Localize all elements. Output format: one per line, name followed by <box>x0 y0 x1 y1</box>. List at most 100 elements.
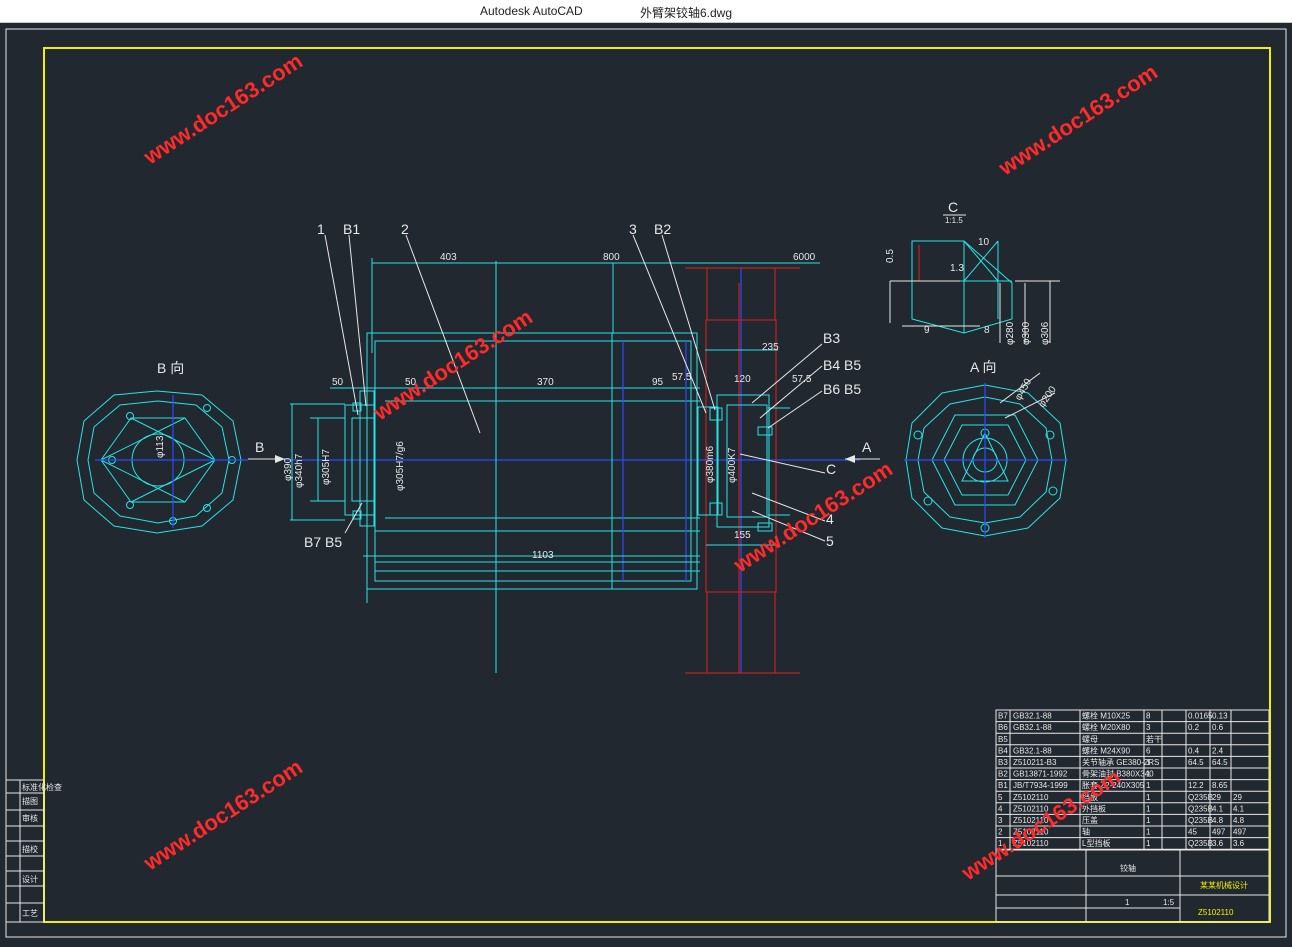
bom-cell: Q235B <box>1188 816 1213 825</box>
bom-cell: 4.1 <box>1212 804 1224 813</box>
dim-label: φ450 <box>1013 377 1034 403</box>
dim-label: φ305H7 <box>321 449 332 485</box>
bom-cell: 29 <box>1212 793 1221 802</box>
bom-cell: 1 <box>1146 770 1151 779</box>
strip-label: 审核 <box>22 813 38 823</box>
bom-cell: 3 <box>998 816 1003 825</box>
dim-label: 155 <box>734 530 751 541</box>
bom-cell: B4 <box>998 746 1008 755</box>
strip-label: 工艺 <box>22 909 38 918</box>
dim-label: 6000 <box>793 252 816 263</box>
strip-label: 标准化检查 <box>22 782 62 792</box>
balloon-label: B4 B5 <box>823 357 861 373</box>
bom-cell: B7 <box>998 712 1008 721</box>
bom-cell: 0.4 <box>1188 746 1200 755</box>
bom-cell: 1 <box>1146 793 1151 802</box>
dim-label: 95 <box>652 377 664 388</box>
view-c-scale: 1:1.5 <box>945 216 963 225</box>
view-c: C 1:1.5 0.5 9 8 10 1.3 φ280 φ300 φ306 <box>885 199 1060 345</box>
dim-label: 50 <box>332 377 344 388</box>
dim-label: φ400K7 <box>727 447 738 483</box>
bom-cell: 4 <box>998 804 1003 813</box>
bom-cell: 0.2 <box>1188 723 1200 732</box>
bom-cell: 5 <box>998 793 1003 802</box>
bom-cell: 螺母 <box>1082 734 1098 744</box>
view-b: B 向 φ113 <box>76 360 248 534</box>
bom-cell: 1 <box>1146 781 1151 790</box>
bom-cell: Q235B <box>1188 804 1213 813</box>
bom-cell: B2 <box>998 770 1008 779</box>
arrow-a: A <box>845 439 880 463</box>
bom-cell: B3 <box>998 758 1008 767</box>
dim-label: 0.5 <box>885 249 896 263</box>
bom-cell: Q235B <box>1188 839 1213 848</box>
bom-cell: Z5102110 <box>1013 793 1049 802</box>
dim-label: 8 <box>984 325 990 336</box>
balloon-label: B1 <box>343 221 360 237</box>
main-section-view: 403 800 6000 235 50 50 370 95 57.5 120 5… <box>283 234 860 674</box>
bom-cell: 6 <box>1146 746 1151 755</box>
bom-cell: 8 <box>1146 712 1151 721</box>
dim-label: 1.3 <box>950 263 964 274</box>
dim-label: 800 <box>603 252 620 263</box>
bom-cell: 0.6 <box>1212 723 1224 732</box>
view-a-label: A 向 <box>970 359 996 375</box>
bom-cell: 压盖 <box>1082 815 1098 825</box>
dim-label: φ380m6 <box>705 446 716 483</box>
drawing-canvas[interactable]: 标准化检查 描图 审核 描校 设计 工艺 B 向 φ113 B 403 800 … <box>0 23 1292 942</box>
watermark-text: www.doc163.com <box>138 48 307 170</box>
bom-cell: 497 <box>1233 828 1247 837</box>
dim-label: 10 <box>978 237 990 248</box>
arrow-b: B <box>248 439 285 463</box>
bom-cell: GB32.1-88 <box>1013 746 1052 755</box>
bom-cell: 3.6 <box>1212 839 1224 848</box>
dim-label: 235 <box>762 342 779 353</box>
dim-label: 120 <box>734 374 751 385</box>
dim-label: 1103 <box>532 550 554 561</box>
bom-cell: 12.2 <box>1188 781 1204 790</box>
strip-label: 设计 <box>22 874 38 884</box>
left-revision-strip: 标准化检查 描图 审核 描校 设计 工艺 <box>5 779 62 923</box>
bom-cell: Q235B <box>1188 793 1213 802</box>
bom-cell: 1 <box>1146 828 1151 837</box>
strip-label: 描图 <box>22 796 38 806</box>
bom-cell: B1 <box>998 781 1008 790</box>
balloon-label: B3 <box>823 330 840 346</box>
bom-cell: B6 <box>998 723 1008 732</box>
bom-cell: 0.0165 <box>1188 712 1213 721</box>
dim-label: φ305H7/g6 <box>395 441 406 491</box>
bom-cell: L型挡板 <box>1082 838 1110 848</box>
watermark-text: www.doc163.com <box>138 754 307 876</box>
bom-cell: 8.65 <box>1212 781 1228 790</box>
dim-label: φ300 <box>1021 321 1032 345</box>
bom-cell: 0.13 <box>1212 712 1228 721</box>
bom-cell: 64.5 <box>1188 758 1204 767</box>
bom-cell: 轴 <box>1082 827 1090 837</box>
bom-cell: 4.1 <box>1233 804 1245 813</box>
bom-cell: B5 <box>998 735 1008 744</box>
bom-cell: 若干 <box>1146 734 1162 744</box>
view-c-label: C <box>948 199 958 215</box>
dim-label: 370 <box>537 377 554 388</box>
bom-cell: 螺栓 M24X90 <box>1082 745 1131 755</box>
bom-cell: 螺栓 M20X80 <box>1082 722 1131 732</box>
strip-label: 描校 <box>22 844 38 854</box>
balloon-label: 1 <box>317 221 325 237</box>
bom-cell: 45 <box>1188 828 1197 837</box>
company-name: 某某机械设计 <box>1200 880 1248 890</box>
balloon-label: 3 <box>629 221 637 237</box>
sheet-count: 1 <box>1125 898 1130 907</box>
dim-label: φ390 <box>283 457 294 481</box>
bom-cell: Z510211-B3 <box>1013 758 1057 767</box>
arrow-b-label: B <box>255 439 264 455</box>
balloon-label: B7 B5 <box>304 534 342 550</box>
bom-cell: 3 <box>1146 723 1151 732</box>
view-a: A 向 φ450 φ200 <box>904 359 1068 538</box>
dim-label: φ200 <box>1036 384 1059 410</box>
dim-label: φ306 <box>1040 321 1051 345</box>
bom-cell: 2.4 <box>1212 746 1224 755</box>
balloon-label: B2 <box>654 221 671 237</box>
bom-cell: 497 <box>1212 828 1226 837</box>
bom-cell: 1 <box>1146 839 1151 848</box>
drawing-number: Z5102110 <box>1198 908 1234 917</box>
